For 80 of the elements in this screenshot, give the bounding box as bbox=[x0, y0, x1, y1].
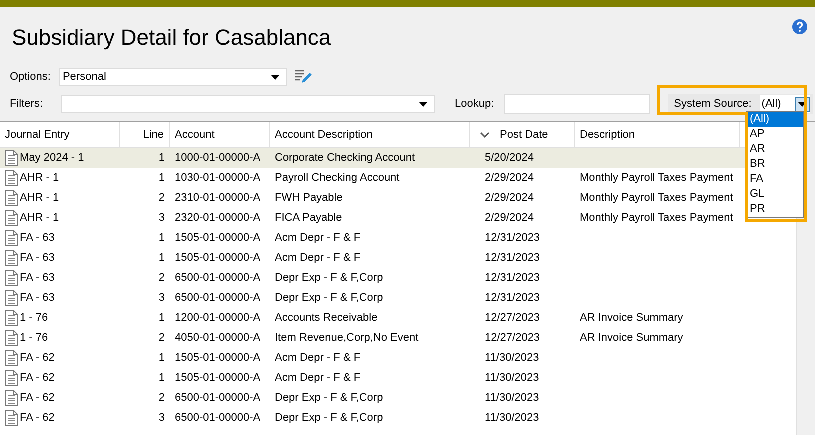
table-cell-text: Item Revenue,Corp,No Event bbox=[274, 332, 420, 344]
table-cell-text: Acm Depr - F & F bbox=[274, 372, 362, 384]
table-cell-text: 1505-01-00000-A bbox=[174, 252, 262, 264]
table-cell-text: 2320-01-00000-A bbox=[174, 212, 262, 224]
filters-label: Filters: bbox=[10, 98, 43, 110]
table-cell: FA - 62 bbox=[20, 372, 55, 384]
table-cell-text: 1 bbox=[158, 152, 166, 164]
table-cell: FA - 62 bbox=[20, 412, 55, 424]
table-cell-text: 1 bbox=[158, 232, 166, 244]
table-cell-text: 2/29/2024 bbox=[484, 192, 535, 204]
table-cell-text: 1000-01-00000-A bbox=[174, 152, 262, 164]
table-cell-text: 6500-01-00000-A bbox=[174, 272, 262, 284]
table-cell-text: 2 bbox=[158, 332, 166, 344]
table-cell-text: 2/29/2024 bbox=[484, 212, 535, 224]
table-cell-text: Monthly Payroll Taxes Payment bbox=[579, 172, 734, 184]
table-cell-text: 1 bbox=[158, 252, 166, 264]
table-cell-text: AR Invoice Summary bbox=[579, 312, 684, 324]
table-cell-text: Acm Depr - F & F bbox=[274, 232, 362, 244]
table-cell-text: 12/31/2023 bbox=[484, 292, 542, 304]
table-cell: FA - 63 bbox=[20, 272, 55, 284]
table-cell-text: Acm Depr - F & F bbox=[274, 252, 362, 264]
table-cell: 1 - 76 bbox=[20, 312, 48, 324]
table-cell-text: 1505-01-00000-A bbox=[174, 352, 262, 364]
table-cell-text: 2 bbox=[158, 392, 166, 404]
table-cell-text: FICA Payable bbox=[274, 212, 344, 224]
options-label: Options: bbox=[10, 71, 51, 83]
table-cell: 1 - 76 bbox=[20, 332, 48, 344]
table-cell: FA - 63 bbox=[20, 252, 55, 264]
system-source-label: System Source: bbox=[674, 98, 752, 110]
table-cell-text: 3 bbox=[158, 292, 166, 304]
table-cell-text: 12/31/2023 bbox=[484, 252, 542, 264]
table-cell-text: Depr Exp - F & F,Corp bbox=[274, 272, 384, 284]
table-cell-text: 4050-01-00000-A bbox=[174, 332, 262, 344]
table-cell-text: 2 bbox=[158, 272, 166, 284]
table-cell-text: Depr Exp - F & F,Corp bbox=[274, 412, 384, 424]
table-cell-text: 6500-01-00000-A bbox=[174, 292, 262, 304]
table-cell-text: Depr Exp - F & F,Corp bbox=[274, 292, 384, 304]
table-cell-text: 12/27/2023 bbox=[484, 332, 542, 344]
table-cell-text: 11/30/2023 bbox=[484, 412, 540, 424]
table-cell-text: 1505-01-00000-A bbox=[174, 372, 262, 384]
table-cell: AHR - 1 bbox=[20, 192, 60, 204]
table-cell-text: 6500-01-00000-A bbox=[174, 412, 262, 424]
table-cell-text: 6500-01-00000-A bbox=[174, 392, 262, 404]
table-cell: FA - 63 bbox=[20, 232, 55, 244]
table-cell-text: Accounts Receivable bbox=[274, 312, 379, 324]
table-cell-text: 1 bbox=[158, 372, 166, 384]
table-cell-text: 5/20/2024 bbox=[484, 152, 535, 164]
table-cell-text: 2 bbox=[158, 192, 166, 204]
table-cell: May 2024 - 1 bbox=[20, 152, 84, 164]
table-cell-text: Monthly Payroll Taxes Payment bbox=[579, 192, 734, 204]
table-cell: AHR - 1 bbox=[20, 212, 60, 224]
table-cell-text: 11/30/2023 bbox=[484, 372, 540, 384]
table-cell-text: 12/31/2023 bbox=[484, 232, 542, 244]
table-cell: FA - 62 bbox=[20, 352, 55, 364]
table-cell-text: 1 bbox=[158, 172, 166, 184]
lookup-label: Lookup: bbox=[455, 98, 494, 110]
table-cell-text: 11/30/2023 bbox=[484, 392, 540, 404]
window-title: Subsidiary Detail for Casablanca bbox=[12, 25, 332, 51]
table-cell-text: AR Invoice Summary bbox=[579, 332, 684, 344]
table-cell: AHR - 1 bbox=[20, 172, 60, 184]
table-cell-text: 12/27/2023 bbox=[484, 312, 542, 324]
table-cell-text: 1030-01-00000-A bbox=[174, 172, 262, 184]
table-cell-text: Depr Exp - F & F,Corp bbox=[274, 392, 384, 404]
table-cell: FA - 62 bbox=[20, 392, 55, 404]
table-cell-text: 12/31/2023 bbox=[484, 272, 542, 284]
table-cell-text: 2/29/2024 bbox=[484, 172, 535, 184]
table-cell-text: 1505-01-00000-A bbox=[174, 232, 262, 244]
table-cell: FA - 63 bbox=[20, 292, 55, 304]
table-cell-text: 1 bbox=[158, 352, 166, 364]
table-cell-text: FWH Payable bbox=[274, 192, 344, 204]
table-cell-text: 3 bbox=[158, 412, 166, 424]
table-cell-text: 2310-01-00000-A bbox=[174, 192, 262, 204]
table-cell-text: 11/30/2023 bbox=[484, 352, 540, 364]
table-cell-text: Payroll Checking Account bbox=[274, 172, 401, 184]
table-cell-text: Monthly Payroll Taxes Payment bbox=[579, 212, 734, 224]
table-cell-text: 3 bbox=[158, 212, 166, 224]
table-cell-text: Acm Depr - F & F bbox=[274, 352, 362, 364]
table-cell-text: 1 bbox=[158, 312, 166, 324]
table-cell-text: 1200-01-00000-A bbox=[174, 312, 262, 324]
table-cell-text: Corporate Checking Account bbox=[274, 152, 416, 164]
